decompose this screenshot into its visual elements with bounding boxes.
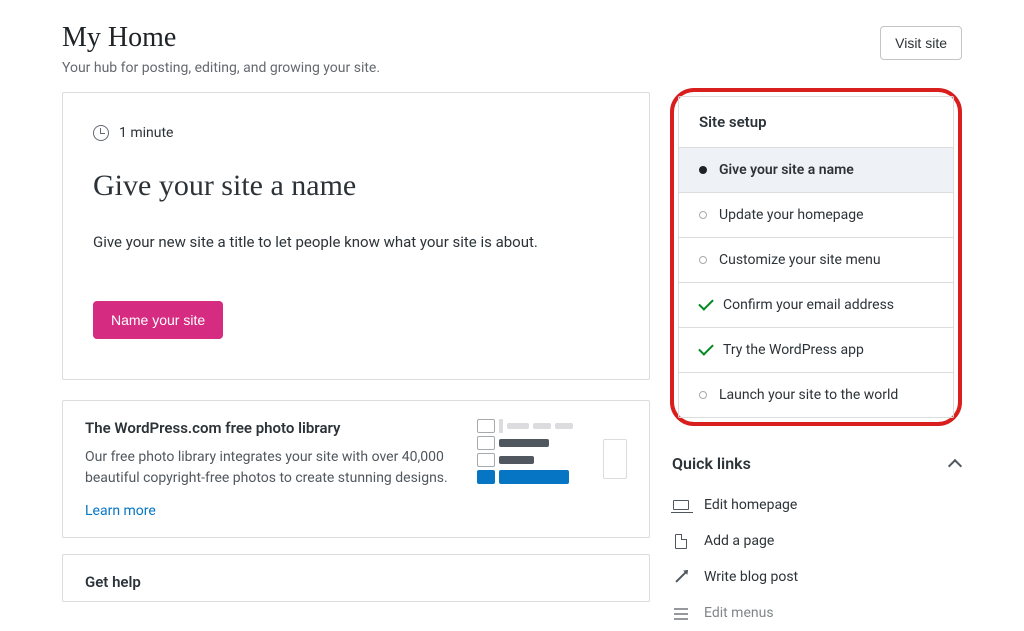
photo-card-title: The WordPress.com free photo library: [85, 419, 461, 437]
setup-item-label: Try the WordPress app: [723, 342, 864, 358]
setup-item-try-app[interactable]: Try the WordPress app: [679, 328, 953, 373]
quick-link-edit-menus[interactable]: Edit menus: [670, 595, 962, 631]
visit-site-button[interactable]: Visit site: [880, 26, 962, 60]
site-setup-heading: Site setup: [679, 97, 953, 148]
pen-icon: [675, 571, 686, 582]
check-icon: [698, 295, 714, 311]
setup-item-customize-menu[interactable]: Customize your site menu: [679, 238, 953, 283]
setup-item-label: Give your site a name: [719, 162, 854, 178]
setup-item-label: Update your homepage: [719, 207, 864, 223]
bullet-pending-icon: [699, 391, 707, 399]
setup-item-update-homepage[interactable]: Update your homepage: [679, 193, 953, 238]
list-icon: [674, 607, 688, 619]
site-setup-panel: Site setup Give your site a name Update …: [670, 88, 962, 426]
setup-item-label: Launch your site to the world: [719, 387, 898, 403]
quick-link-add-page[interactable]: Add a page: [670, 523, 962, 559]
quick-links-header[interactable]: Quick links: [670, 448, 962, 487]
task-card: 1 minute Give your site a name Give your…: [62, 92, 650, 380]
quick-link-edit-homepage[interactable]: Edit homepage: [670, 487, 962, 523]
page-title: My Home: [62, 22, 380, 54]
setup-item-confirm-email[interactable]: Confirm your email address: [679, 283, 953, 328]
bullet-pending-icon: [699, 256, 707, 264]
quick-link-label: Edit homepage: [704, 497, 797, 513]
get-help-card[interactable]: Get help: [62, 554, 650, 602]
photo-illustration: [477, 419, 627, 505]
clock-icon: [93, 125, 109, 141]
page-icon: [675, 534, 687, 549]
quick-link-write-post[interactable]: Write blog post: [670, 559, 962, 595]
quick-links-heading: Quick links: [672, 454, 751, 473]
laptop-icon: [673, 500, 689, 510]
learn-more-link[interactable]: Learn more: [85, 503, 156, 519]
quick-link-label: Add a page: [704, 533, 774, 549]
photo-card-description: Our free photo library integrates your s…: [85, 447, 461, 489]
setup-item-launch-site[interactable]: Launch your site to the world: [679, 373, 953, 417]
help-title: Get help: [85, 573, 141, 591]
photo-library-card: The WordPress.com free photo library Our…: [62, 400, 650, 538]
quick-links-panel: Quick links Edit homepage Add a page Wri…: [670, 448, 962, 631]
name-your-site-button[interactable]: Name your site: [93, 301, 223, 339]
task-duration: 1 minute: [119, 125, 173, 141]
chevron-up-icon: [948, 458, 962, 472]
setup-item-label: Customize your site menu: [719, 252, 881, 268]
check-icon: [698, 340, 714, 356]
bullet-pending-icon: [699, 211, 707, 219]
setup-item-name-site[interactable]: Give your site a name: [679, 148, 953, 193]
task-title: Give your site a name: [93, 169, 619, 203]
setup-item-label: Confirm your email address: [723, 297, 894, 313]
page-subtitle: Your hub for posting, editing, and growi…: [62, 60, 380, 76]
bullet-active-icon: [699, 166, 707, 174]
quick-link-label: Edit menus: [704, 605, 774, 621]
task-description: Give your new site a title to let people…: [93, 233, 619, 251]
